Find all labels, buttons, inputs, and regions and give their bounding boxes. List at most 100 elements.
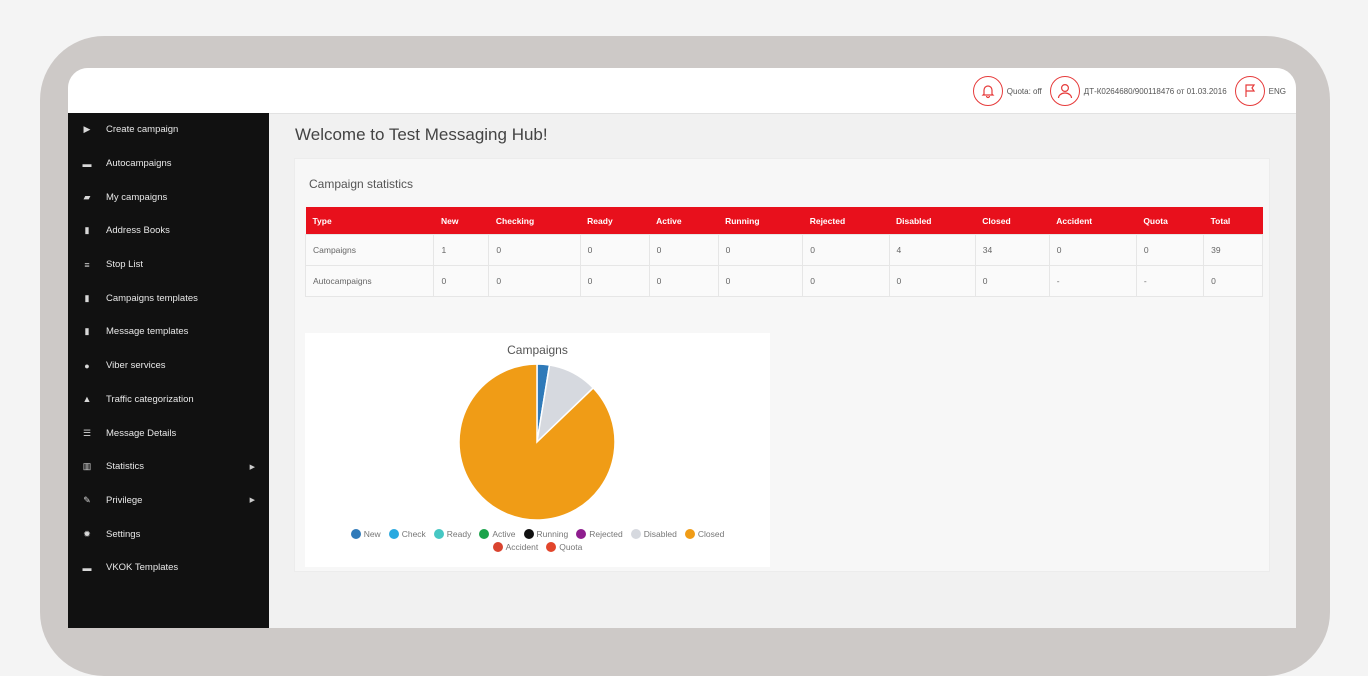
template-icon: ▮ xyxy=(84,292,90,303)
campaigns-pie-chart-card: Campaigns New Check Ready Active Running Reje… xyxy=(305,333,770,567)
sidebar-item-settings[interactable]: ✹ Settings xyxy=(68,517,269,551)
sidebar-item-label: Traffic categorization xyxy=(106,393,194,405)
table-cell: 1 xyxy=(433,234,490,266)
pie-chart xyxy=(458,363,616,521)
legend-swatch xyxy=(630,529,641,539)
table-cell: 4 xyxy=(888,234,976,266)
sidebar-item-label: My campaigns xyxy=(106,191,168,203)
campaign-statistics-panel: Campaign statistics Type New Checking Re… xyxy=(294,158,1270,572)
sidebar-item-statistics[interactable]: ▥ Statistics ▶ xyxy=(68,450,269,484)
column-header: Rejected xyxy=(802,207,889,235)
legend-label: Closed xyxy=(697,529,725,539)
legend-swatch xyxy=(350,529,361,539)
sidebar-item-viber-services[interactable]: ● Viber services xyxy=(68,349,269,383)
table-cell: 39 xyxy=(1203,234,1263,266)
table-cell: - xyxy=(1048,265,1137,297)
table-cell: 34 xyxy=(974,234,1050,266)
table-cell: 0 xyxy=(717,234,804,266)
legend-label: Active xyxy=(492,529,516,539)
table-cell: 0 xyxy=(579,234,650,266)
legend-label: Ready xyxy=(446,529,472,539)
play-icon: ▶ xyxy=(83,124,91,135)
account-contract[interactable]: ДТ-К0264680/900118476 от 01.03.2016 xyxy=(1084,87,1227,96)
legend-swatch xyxy=(479,529,490,539)
legend-swatch xyxy=(433,529,444,539)
table-cell: 0 xyxy=(579,265,650,297)
sidebar-item-message-templates[interactable]: ▮ Message templates xyxy=(68,315,269,349)
column-header: Quota xyxy=(1136,207,1204,235)
list-icon: ▬ xyxy=(82,562,92,573)
column-header: Total xyxy=(1203,207,1263,235)
table-cell: 0 xyxy=(648,265,719,297)
legend-label: Disabled xyxy=(643,529,677,539)
top-bar-right: Quota: off ДТ-К0264680/900118476 от 01.0… xyxy=(972,73,1290,109)
book-icon: ▮ xyxy=(84,225,90,236)
legend-item-running[interactable]: Running xyxy=(523,529,568,539)
sidebar-item-label: Message templates xyxy=(106,326,189,338)
table-row: Autocampaigns 0 0 0 0 0 0 0 0 - - 0 xyxy=(304,265,1263,297)
sidebar-item-address-books[interactable]: ▮ Address Books xyxy=(68,214,269,248)
sidebar: ▶ Create campaign ▬ Autocampaigns ▰ My c… xyxy=(68,113,269,628)
legend-item-check[interactable]: Check xyxy=(388,529,426,539)
sidebar-item-label: Stop List xyxy=(106,259,143,271)
table-cell: 0 xyxy=(433,265,490,297)
panel-title: Campaign statistics xyxy=(309,177,414,191)
table-cell: 0 xyxy=(802,265,890,297)
column-header: Active xyxy=(649,207,719,235)
legend-item-disabled[interactable]: Disabled xyxy=(630,529,677,539)
bell-icon[interactable] xyxy=(972,76,1003,106)
sidebar-item-label: Privilege xyxy=(106,494,143,506)
campaign-statistics-table: Type New Checking Ready Active Running R… xyxy=(304,207,1263,297)
sidebar-item-label: Viber services xyxy=(106,360,166,372)
language-selector[interactable]: ENG xyxy=(1269,87,1286,96)
viber-icon: ● xyxy=(84,360,90,371)
page-title: Welcome to Test Messaging Hub! xyxy=(295,125,548,144)
table-cell: 0 xyxy=(488,265,581,297)
sidebar-item-my-campaigns[interactable]: ▰ My campaigns xyxy=(68,180,269,214)
column-header: New xyxy=(433,207,489,235)
table-cell: 0 xyxy=(974,265,1050,297)
flag-icon[interactable] xyxy=(1234,76,1265,106)
sidebar-item-stop-list[interactable]: ≡ Stop List xyxy=(68,248,269,282)
app-window: Quota: off ДТ-К0264680/900118476 от 01.0… xyxy=(68,68,1296,628)
sidebar-item-label: Message Details xyxy=(106,427,177,439)
legend-item-active[interactable]: Active xyxy=(479,529,516,539)
table-row: Campaigns 1 0 0 0 0 0 4 34 0 0 39 xyxy=(304,234,1263,266)
user-icon[interactable] xyxy=(1049,76,1080,106)
legend-item-ready[interactable]: Ready xyxy=(433,529,472,539)
column-header: Checking xyxy=(488,207,581,235)
legend-item-new[interactable]: New xyxy=(350,529,381,539)
legend-item-accident[interactable]: Accident xyxy=(492,542,538,552)
table-cell: 0 xyxy=(648,234,719,266)
column-header: Type xyxy=(305,207,434,235)
sidebar-item-vkok-templates[interactable]: ▬ VKOK Templates xyxy=(68,551,269,585)
legend-item-rejected[interactable]: Rejected xyxy=(576,529,623,539)
details-icon: ☰ xyxy=(82,427,92,438)
sidebar-item-label: Settings xyxy=(106,528,141,540)
chevron-right-icon: ▶ xyxy=(249,463,255,471)
table-header-row: Type New Checking Ready Active Running R… xyxy=(305,207,1263,235)
table-cell: 0 xyxy=(1048,234,1137,266)
sidebar-item-autocampaigns[interactable]: ▬ Autocampaigns xyxy=(68,147,269,181)
legend-swatch xyxy=(546,542,557,552)
list-icon: ▬ xyxy=(82,158,92,169)
sidebar-item-campaigns-templates[interactable]: ▮ Campaigns templates xyxy=(68,281,269,315)
table-cell: 0 xyxy=(717,265,804,297)
sidebar-item-label: VKOK Templates xyxy=(106,562,179,574)
table-cell: 0 xyxy=(488,234,581,266)
legend-item-quota[interactable]: Quota xyxy=(546,542,582,552)
warning-icon: ▲ xyxy=(82,394,92,405)
sidebar-item-traffic-categorization[interactable]: ▲ Traffic categorization xyxy=(68,383,269,417)
chevron-right-icon: ▶ xyxy=(249,497,255,505)
column-header: Ready xyxy=(580,207,650,235)
ban-list-icon: ≡ xyxy=(84,259,90,270)
sidebar-item-privilege[interactable]: ✎ Privilege ▶ xyxy=(68,484,269,518)
legend-item-closed[interactable]: Closed xyxy=(684,529,725,539)
sidebar-item-create-campaign[interactable]: ▶ Create campaign xyxy=(68,113,269,147)
column-header: Closed xyxy=(975,207,1050,235)
legend-label: New xyxy=(363,529,381,539)
sidebar-item-message-details[interactable]: ☰ Message Details xyxy=(68,416,269,450)
sidebar-item-label: Autocampaigns xyxy=(106,158,172,170)
legend-swatch xyxy=(388,529,399,539)
column-header: Running xyxy=(718,207,803,235)
